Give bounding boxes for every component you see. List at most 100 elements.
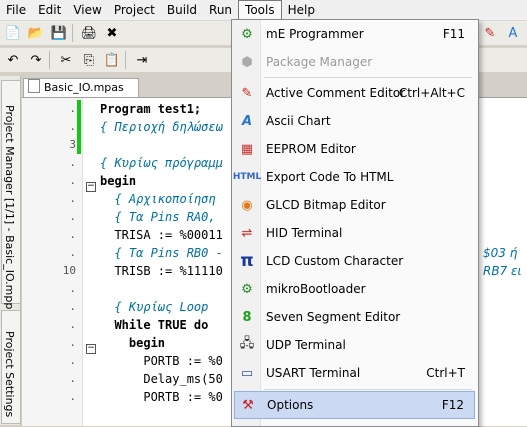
open-file-icon[interactable]: 📂 — [26, 23, 46, 43]
line-number: . — [69, 120, 76, 133]
network-icon: 🖧 — [239, 336, 255, 351]
line-number: . — [69, 192, 76, 205]
tab-title: Basic_IO.mpas — [44, 81, 124, 94]
code-line: Program test1; — [100, 102, 202, 116]
ascii-icon: A — [241, 113, 253, 129]
code-line: Delay_ms(50 — [100, 372, 223, 386]
ascii-tool-icon[interactable]: A — [503, 23, 523, 43]
code-line: TRISA := %00011 — [100, 228, 223, 242]
code-line: While TRUE do — [100, 318, 209, 332]
cut-icon[interactable]: ✂ — [56, 50, 76, 70]
line-number: . — [69, 246, 76, 259]
right-toolbar: ✎ A — [477, 21, 527, 45]
menu-item-me-programmer[interactable]: ⚙ mE Programmer F11 — [234, 21, 475, 47]
menu-item-usart-terminal[interactable]: ▭ USART Terminal Ctrl+T — [234, 360, 475, 386]
menu-item-ascii-chart[interactable]: A Ascii Chart — [234, 108, 475, 134]
pi-icon: π — [240, 251, 254, 271]
terminal-icon: ▭ — [240, 365, 254, 381]
menu-project[interactable]: Project — [108, 1, 161, 19]
menu-item-glcd-bitmap-editor[interactable]: ◉ GLCD Bitmap Editor — [234, 192, 475, 218]
seven-segment-icon: 8 — [242, 309, 252, 325]
menu-item-active-comment-editor[interactable]: ✎ Active Comment Editor Ctrl+Alt+C — [234, 80, 475, 106]
menu-separator — [264, 77, 472, 78]
usb-icon: ⇌ — [241, 225, 253, 241]
paste-icon[interactable]: 📋 — [102, 50, 122, 70]
project-settings-label: Project Settings — [3, 331, 16, 418]
line-number: 3 — [69, 138, 76, 151]
options-icon: ⚒ — [242, 397, 254, 413]
line-number: . — [69, 354, 76, 367]
menu-help[interactable]: Help — [282, 1, 321, 19]
package-icon: ⬢ — [241, 54, 253, 70]
print-icon[interactable]: 🖨 — [79, 23, 99, 43]
menu-item-hid-terminal[interactable]: ⇌ HID Terminal — [234, 220, 475, 246]
line-number: . — [69, 372, 76, 385]
undo-icon[interactable]: ↶ — [3, 50, 23, 70]
toolbar-separator — [72, 24, 73, 42]
tools-menu-dropdown: ⚙ mE Programmer F11 ⬢ Package Manager ✎ … — [231, 19, 479, 427]
line-number: . — [69, 156, 76, 169]
toolbar-separator — [125, 51, 126, 69]
menu-item-export-code-html[interactable]: HTML Export Code To HTML — [232, 164, 475, 190]
line-number: . — [69, 102, 76, 115]
menu-separator — [264, 389, 472, 390]
line-number: . — [69, 228, 76, 241]
menu-item-package-manager: ⬢ Package Manager — [234, 49, 475, 75]
menu-item-lcd-custom-character[interactable]: π LCD Custom Character — [234, 248, 475, 274]
modified-lines-marker — [77, 100, 81, 154]
code-line: { Αρχικοποίηση — [100, 192, 223, 206]
toolbar-separator — [49, 51, 50, 69]
code-line-fragment: RB7 ει — [483, 264, 522, 278]
line-number: . — [69, 282, 76, 295]
project-manager-label: Project Manager [1/1] - Basic_IO.mppi — [3, 105, 16, 313]
programmer-icon: ⚙ — [241, 26, 253, 42]
line-number: . — [69, 390, 76, 403]
bitmap-icon: ◉ — [241, 197, 253, 213]
menu-item-udp-terminal[interactable]: 🖧 UDP Terminal — [234, 332, 475, 358]
redo-icon[interactable]: ↷ — [26, 50, 46, 70]
fold-toggle-icon[interactable]: − — [86, 344, 96, 354]
line-number: . — [69, 300, 76, 313]
code-line: { Κυρίως πρόγραμμ — [100, 156, 223, 170]
code-line: PORTB := %0 — [100, 390, 223, 404]
project-settings-tab[interactable]: Project Settings — [1, 310, 21, 424]
line-number-gutter: . . 3 . . . . . . 10 . . . . . . . — [22, 98, 83, 426]
code-line: PORTB := %0 — [100, 354, 223, 368]
line-number: . — [69, 174, 76, 187]
bootloader-icon: ⚙ — [241, 281, 253, 297]
code-line: begin — [100, 174, 137, 188]
menu-item-eeprom-editor[interactable]: ▦ EEPROM Editor — [234, 136, 475, 162]
line-number: 10 — [62, 264, 76, 277]
menu-edit[interactable]: Edit — [32, 1, 67, 19]
comment-tool-icon[interactable]: ✎ — [480, 23, 500, 43]
line-number: . — [69, 318, 76, 331]
close-icon[interactable]: ✖ — [102, 23, 122, 43]
fold-toggle-icon[interactable]: − — [86, 182, 96, 192]
tab-basic-io[interactable]: Basic_IO.mpas — [23, 78, 139, 97]
menu-view[interactable]: View — [67, 1, 107, 19]
code-line: { Τα Pins RA0, — [100, 210, 216, 224]
side-panel-tabs: Project Manager [1/1] - Basic_IO.mppi Pr… — [0, 76, 21, 425]
html-icon: HTML — [232, 172, 262, 182]
menu-build[interactable]: Build — [161, 1, 203, 19]
code-line: { Τα Pins RB0 - — [100, 246, 223, 260]
menu-item-seven-segment-editor[interactable]: 8 Seven Segment Editor — [234, 304, 475, 330]
code-line: { Κυρίως Loop — [100, 300, 216, 314]
code-line: TRISB := %11110 — [100, 264, 223, 278]
menu-item-mikrobootloader[interactable]: ⚙ mikroBootloader — [234, 276, 475, 302]
project-manager-tab[interactable]: Project Manager [1/1] - Basic_IO.mppi — [1, 80, 21, 312]
eeprom-icon: ▦ — [240, 141, 254, 157]
menu-bar: File Edit View Project Build Run Tools H… — [0, 0, 527, 21]
copy-icon[interactable]: ⎘ — [79, 50, 99, 70]
line-number: . — [69, 210, 76, 223]
comment-editor-icon: ✎ — [241, 85, 253, 101]
new-file-icon[interactable]: 📄 — [3, 23, 23, 43]
menu-tools[interactable]: Tools — [238, 0, 282, 20]
code-line: begin — [100, 336, 166, 350]
menu-item-options[interactable]: ⚒ Options F12 — [234, 391, 475, 419]
file-icon — [28, 79, 40, 93]
menu-run[interactable]: Run — [203, 1, 238, 19]
save-icon[interactable]: 💾 — [49, 23, 69, 43]
menu-file[interactable]: File — [0, 1, 32, 19]
indent-icon[interactable]: ⇥ — [132, 50, 152, 70]
